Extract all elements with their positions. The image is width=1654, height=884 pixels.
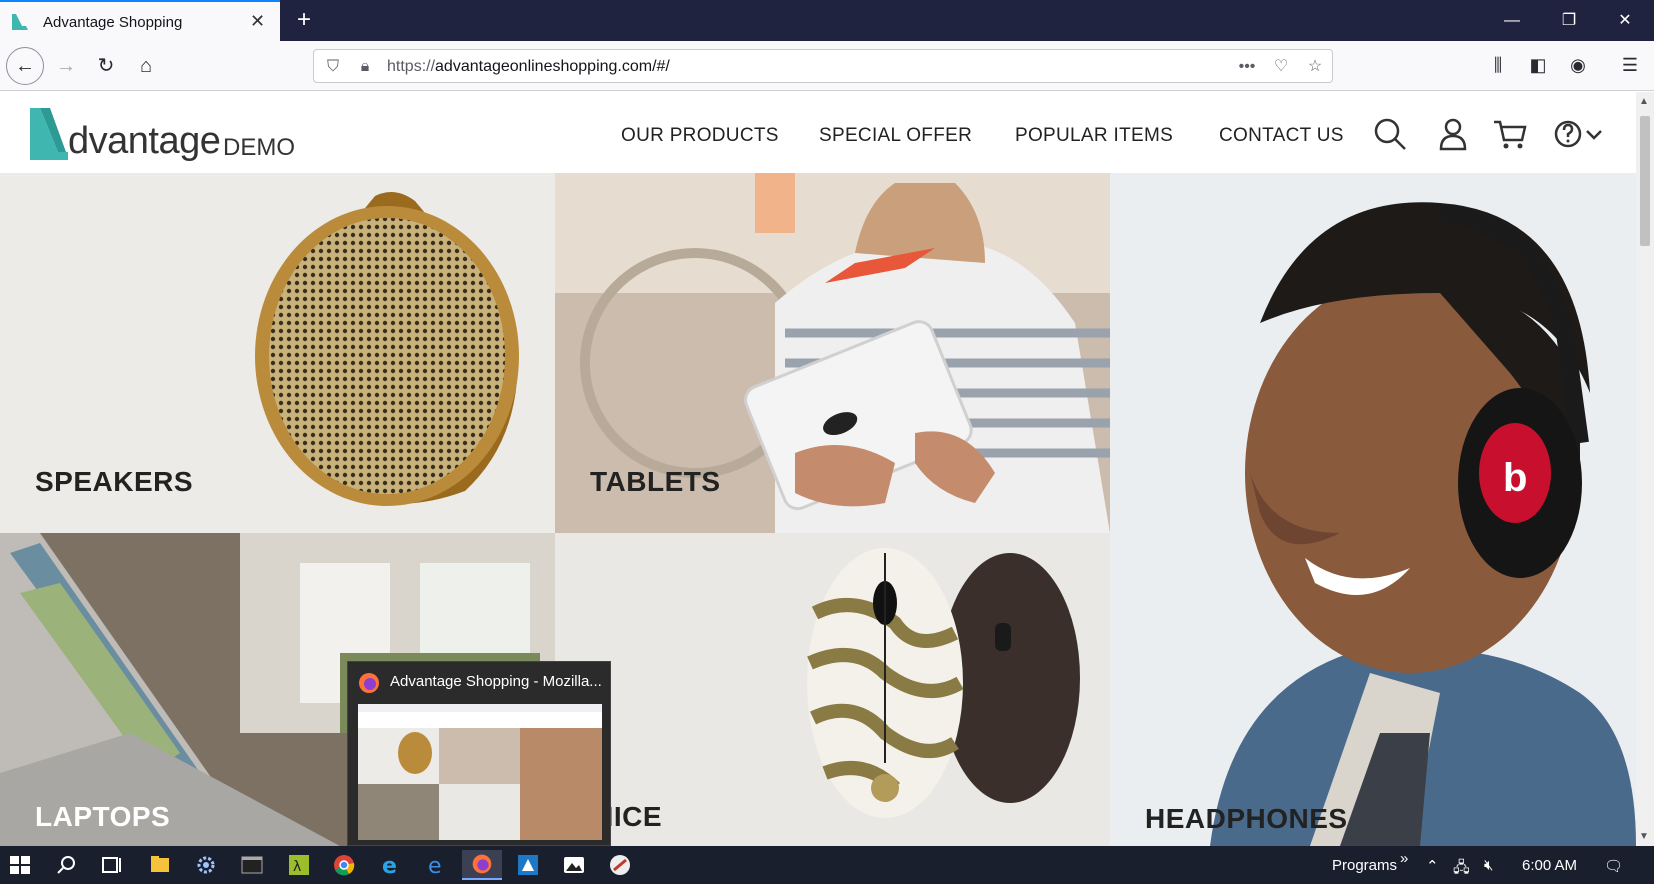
account-icon[interactable]: ◉ — [1566, 53, 1590, 77]
browser-tab[interactable]: Advantage Shopping ✕ — [0, 0, 280, 41]
shield-icon[interactable]: ⛉ — [322, 56, 344, 78]
chevron-down-icon[interactable] — [1584, 116, 1604, 152]
browser-app-icon[interactable] — [600, 850, 640, 880]
notifications-icon[interactable]: 🗨︎ — [1604, 857, 1623, 875]
page-scrollbar[interactable]: ▲ ▼ — [1636, 92, 1654, 846]
nav-contact-us[interactable]: CONTACT US — [1219, 125, 1344, 147]
lock-icon[interactable]: 🔒︎ — [354, 56, 376, 78]
speaker-image — [255, 192, 519, 506]
library-icon[interactable]: ⫼ — [1486, 53, 1510, 77]
chevron-up-icon[interactable]: ⌃ — [1426, 857, 1439, 875]
browser-toolbar: ← → ↻ ⌂ ⛉ 🔒︎ https://advantageonlineshop… — [0, 41, 1654, 91]
pocket-icon[interactable]: ♡ — [1270, 56, 1292, 78]
headphones-label: HEADPHONES — [1145, 803, 1348, 834]
firefox-icon — [359, 673, 379, 693]
settings-gear-icon[interactable] — [186, 850, 226, 880]
task-view-icon[interactable] — [91, 850, 131, 880]
bookmark-star-icon[interactable]: ☆ — [1304, 56, 1326, 78]
terminal-icon[interactable] — [232, 850, 272, 880]
logo-demo: DEMO — [223, 134, 295, 161]
page-actions-icon[interactable]: ••• — [1232, 56, 1262, 78]
volume-muted-icon[interactable]: 🔇︎ — [1484, 857, 1493, 874]
mice-image — [807, 548, 1080, 818]
svg-text:λ: λ — [293, 859, 301, 875]
headphones-image: b — [1110, 173, 1636, 846]
windows-start-icon[interactable] — [0, 850, 40, 880]
preview-thumbnail — [358, 704, 602, 840]
scroll-down-icon[interactable]: ▼ — [1639, 831, 1649, 842]
laptops-label: LAPTOPS — [35, 801, 171, 832]
web-page: dvantage DEMO OUR PRODUCTS SPECIAL OFFER… — [0, 92, 1636, 846]
browser-tabstrip: Advantage Shopping ✕ + — ❐ ✕ — [0, 0, 1654, 41]
app-triangle-icon[interactable] — [508, 850, 548, 880]
search-icon[interactable] — [1372, 116, 1408, 152]
network-icon[interactable]: 🖧︎ — [1453, 857, 1470, 882]
nav-special-offer[interactable]: SPECIAL OFFER — [819, 125, 972, 147]
internet-explorer-icon[interactable]: e — [370, 850, 410, 880]
tab-title: Advantage Shopping — [43, 14, 183, 31]
lambda-app-icon[interactable]: λ — [278, 850, 318, 880]
back-arrow-icon[interactable]: ← — [6, 47, 44, 85]
clock[interactable]: 6:00 AM — [1522, 857, 1577, 874]
close-window-icon[interactable]: ✕ — [1602, 0, 1648, 41]
advantage-favicon-icon — [12, 14, 28, 30]
reload-icon[interactable]: ↻ — [90, 50, 122, 82]
svg-text:b: b — [1503, 456, 1527, 500]
new-tab-button[interactable]: + — [290, 6, 318, 34]
search-taskbar-icon[interactable] — [46, 850, 86, 880]
nav-our-products[interactable]: OUR PRODUCTS — [621, 125, 779, 147]
scroll-up-icon[interactable]: ▲ — [1639, 96, 1649, 107]
menu-hamburger-icon[interactable]: ☰ — [1618, 53, 1642, 77]
preview-title: Advantage Shopping - Mozilla... — [390, 673, 602, 690]
file-explorer-icon[interactable] — [140, 850, 180, 880]
logo-mark-icon — [30, 108, 68, 160]
address-bar[interactable]: ⛉ 🔒︎ https://advantageonlineshopping.com… — [313, 49, 1333, 83]
programs-toolbar-label[interactable]: Programs — [1332, 857, 1397, 874]
category-headphones[interactable]: b HEADPHONES — [1110, 173, 1636, 846]
scroll-thumb[interactable] — [1640, 116, 1650, 246]
forward-arrow-icon[interactable]: → — [50, 50, 82, 82]
tablets-label: TABLETS — [590, 466, 721, 497]
home-icon[interactable]: ⌂ — [130, 50, 162, 82]
photos-icon[interactable] — [554, 850, 594, 880]
category-mice[interactable]: MICE — [555, 533, 1110, 846]
help-icon[interactable] — [1552, 116, 1588, 152]
close-tab-icon[interactable]: ✕ — [250, 11, 265, 32]
category-tablets[interactable]: TABLETS — [555, 173, 1110, 533]
svg-text:e: e — [382, 854, 397, 879]
firefox-taskbar-icon[interactable] — [462, 850, 502, 880]
restore-icon[interactable]: ❐ — [1546, 0, 1592, 41]
url-text[interactable]: https://advantageonlineshopping.com/#/ — [387, 58, 670, 76]
nav-popular-items[interactable]: POPULAR ITEMS — [1015, 125, 1173, 147]
site-logo[interactable]: dvantage DEMO — [28, 104, 308, 164]
site-header: dvantage DEMO OUR PRODUCTS SPECIAL OFFER… — [0, 92, 1636, 173]
speakers-label: SPEAKERS — [35, 466, 194, 497]
windows-taskbar: λ e e Programs » ⌃ 🖧︎ 🔇︎ 6:00 AM 🗨︎ — [0, 846, 1654, 884]
svg-text:e: e — [428, 854, 442, 879]
chevron-right-icon[interactable]: » — [1400, 850, 1408, 867]
logo-word: dvantage — [68, 120, 221, 162]
minimize-icon[interactable]: — — [1489, 0, 1535, 41]
cart-icon[interactable] — [1492, 116, 1528, 152]
taskbar-window-preview[interactable]: Advantage Shopping - Mozilla... — [347, 661, 611, 846]
sidebar-icon[interactable]: ◧ — [1526, 53, 1550, 77]
chrome-icon[interactable] — [324, 850, 364, 880]
user-icon[interactable] — [1435, 116, 1471, 152]
edge-icon[interactable]: e — [416, 850, 456, 880]
category-speakers[interactable]: SPEAKERS — [0, 173, 555, 533]
